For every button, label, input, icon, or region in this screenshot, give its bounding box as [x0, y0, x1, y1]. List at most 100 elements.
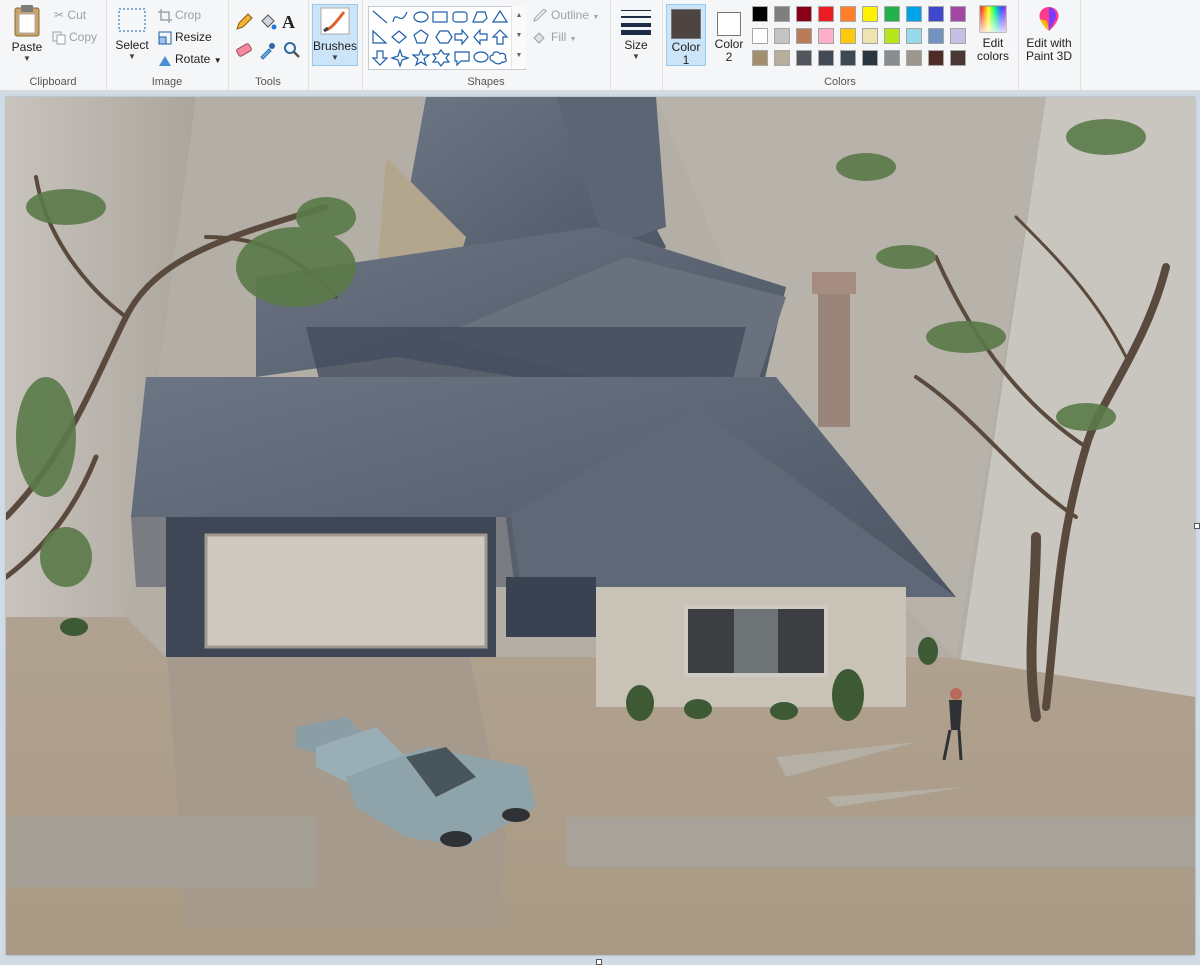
- palette-swatch[interactable]: [752, 6, 768, 22]
- color-spectrum-icon: [979, 5, 1007, 33]
- palette-swatch[interactable]: [884, 50, 900, 66]
- chevron-down-icon: ▼: [331, 53, 339, 62]
- palette-swatch[interactable]: [796, 28, 812, 44]
- color2-button[interactable]: Color 2: [710, 4, 748, 66]
- palette-swatch[interactable]: [862, 50, 878, 66]
- cut-label: Cut: [67, 8, 87, 22]
- crop-label: Crop: [175, 8, 202, 22]
- image-group-label: Image: [151, 76, 183, 88]
- colors-group: Color 1 Color 2 Edit colors Colors: [662, 0, 1019, 90]
- outline-button[interactable]: Outline ▼: [532, 6, 599, 24]
- copy-icon: [52, 31, 66, 45]
- palette-swatch[interactable]: [906, 6, 922, 22]
- pencil-icon[interactable]: [234, 12, 254, 32]
- palette-swatch[interactable]: [752, 28, 768, 44]
- shapes-scrollbar[interactable]: ▲ ▼ ▼: [511, 6, 526, 68]
- resize-button[interactable]: Resize: [158, 28, 212, 46]
- chevron-down-icon: ▼: [569, 36, 577, 43]
- palette-swatch[interactable]: [840, 50, 856, 66]
- edit-with-paint3d-button[interactable]: Edit with Paint 3D: [1020, 4, 1078, 63]
- palette-swatch[interactable]: [862, 28, 878, 44]
- color2-swatch: [717, 12, 741, 36]
- resize-label: Resize: [175, 30, 212, 44]
- brushes-button[interactable]: Brushes ▼: [312, 4, 358, 66]
- palette-swatch[interactable]: [950, 28, 966, 44]
- size-group: Size ▼: [610, 0, 663, 90]
- fill-icon: [533, 32, 545, 44]
- rounded-callout-shape-icon: [454, 51, 470, 67]
- five-point-star-shape-icon: [411, 48, 431, 67]
- chevron-down-icon: ▼: [23, 54, 31, 63]
- palette-swatch[interactable]: [862, 6, 878, 22]
- palette-swatch[interactable]: [796, 50, 812, 66]
- palette-swatch[interactable]: [884, 6, 900, 22]
- palette-swatch[interactable]: [928, 6, 944, 22]
- drawing-canvas[interactable]: [6, 97, 1195, 955]
- copy-button[interactable]: Copy: [52, 28, 97, 46]
- palette-swatch[interactable]: [884, 28, 900, 44]
- palette-swatch[interactable]: [818, 6, 834, 22]
- crop-icon: [158, 8, 172, 23]
- palette-swatch[interactable]: [818, 28, 834, 44]
- paste-button[interactable]: Paste ▼: [6, 4, 48, 64]
- canvas-resize-handle-right[interactable]: [1194, 523, 1200, 529]
- rotate-button[interactable]: Rotate ▼: [158, 50, 222, 68]
- magnifier-icon[interactable]: [282, 40, 302, 60]
- palette-swatch[interactable]: [774, 50, 790, 66]
- palette-swatch[interactable]: [906, 50, 922, 66]
- triangle-shape-icon: [491, 9, 509, 23]
- size-button[interactable]: Size ▼: [614, 4, 658, 62]
- canvas-resize-handle-bottom[interactable]: [596, 959, 602, 965]
- color-picker-icon[interactable]: [258, 40, 278, 60]
- diamond-shape-icon: [391, 30, 407, 44]
- palette-swatch[interactable]: [950, 6, 966, 22]
- palette-swatch[interactable]: [840, 28, 856, 44]
- fill-button[interactable]: Fill ▼: [532, 28, 577, 46]
- edit-colors-button[interactable]: Edit colors: [972, 4, 1014, 63]
- tools-group: A Tools: [228, 0, 309, 90]
- cloud-callout-shape-icon: [489, 51, 507, 65]
- palette-swatch[interactable]: [906, 28, 922, 44]
- brush-icon: [320, 7, 350, 35]
- palette-swatch[interactable]: [928, 50, 944, 66]
- clipboard-icon: [14, 5, 40, 37]
- fill-bucket-icon[interactable]: [258, 12, 278, 32]
- palette-swatch[interactable]: [928, 28, 944, 44]
- colors-group-label: Colors: [824, 76, 856, 88]
- hexagon-shape-icon: [435, 30, 453, 44]
- resize-icon: [158, 31, 172, 45]
- text-icon[interactable]: A: [282, 12, 302, 32]
- palette-swatch[interactable]: [796, 6, 812, 22]
- four-point-star-shape-icon: [390, 48, 410, 68]
- brushes-group: Brushes ▼: [308, 0, 363, 90]
- select-button[interactable]: Select ▼: [112, 4, 152, 62]
- select-icon: [118, 8, 146, 32]
- rotate-icon: [159, 55, 171, 66]
- color2-label: Color 2: [714, 37, 744, 64]
- curve-shape-icon: [392, 11, 408, 23]
- paint3d-icon: [1039, 7, 1059, 31]
- palette-swatch[interactable]: [950, 50, 966, 66]
- cut-button[interactable]: ✂ Cut: [54, 6, 86, 24]
- chevron-down-icon: ▼: [632, 52, 640, 61]
- palette-swatch[interactable]: [752, 50, 768, 66]
- rectangle-shape-icon: [432, 11, 448, 23]
- color1-button[interactable]: Color 1: [666, 4, 706, 67]
- palette-swatch[interactable]: [840, 6, 856, 22]
- chevron-down-icon: ▼: [213, 56, 222, 65]
- rotate-label: Rotate: [175, 52, 211, 66]
- outline-label: Outline: [551, 8, 590, 22]
- clipboard-group: Paste ▼ ✂ Cut Copy Clipboard: [0, 0, 107, 90]
- scroll-up-icon[interactable]: ▲: [512, 6, 526, 26]
- palette-swatch[interactable]: [774, 6, 790, 22]
- expand-gallery-icon[interactable]: ▼: [512, 46, 526, 66]
- right-arrow-shape-icon: [454, 28, 469, 46]
- palette-swatch[interactable]: [818, 50, 834, 66]
- eraser-icon[interactable]: [234, 40, 254, 60]
- polygon-shape-icon: [472, 11, 488, 23]
- palette-swatch[interactable]: [774, 28, 790, 44]
- crop-button[interactable]: Crop: [158, 6, 201, 24]
- scroll-down-icon[interactable]: ▼: [512, 26, 526, 46]
- scissors-icon: ✂: [54, 8, 65, 22]
- up-arrow-shape-icon: [491, 29, 509, 45]
